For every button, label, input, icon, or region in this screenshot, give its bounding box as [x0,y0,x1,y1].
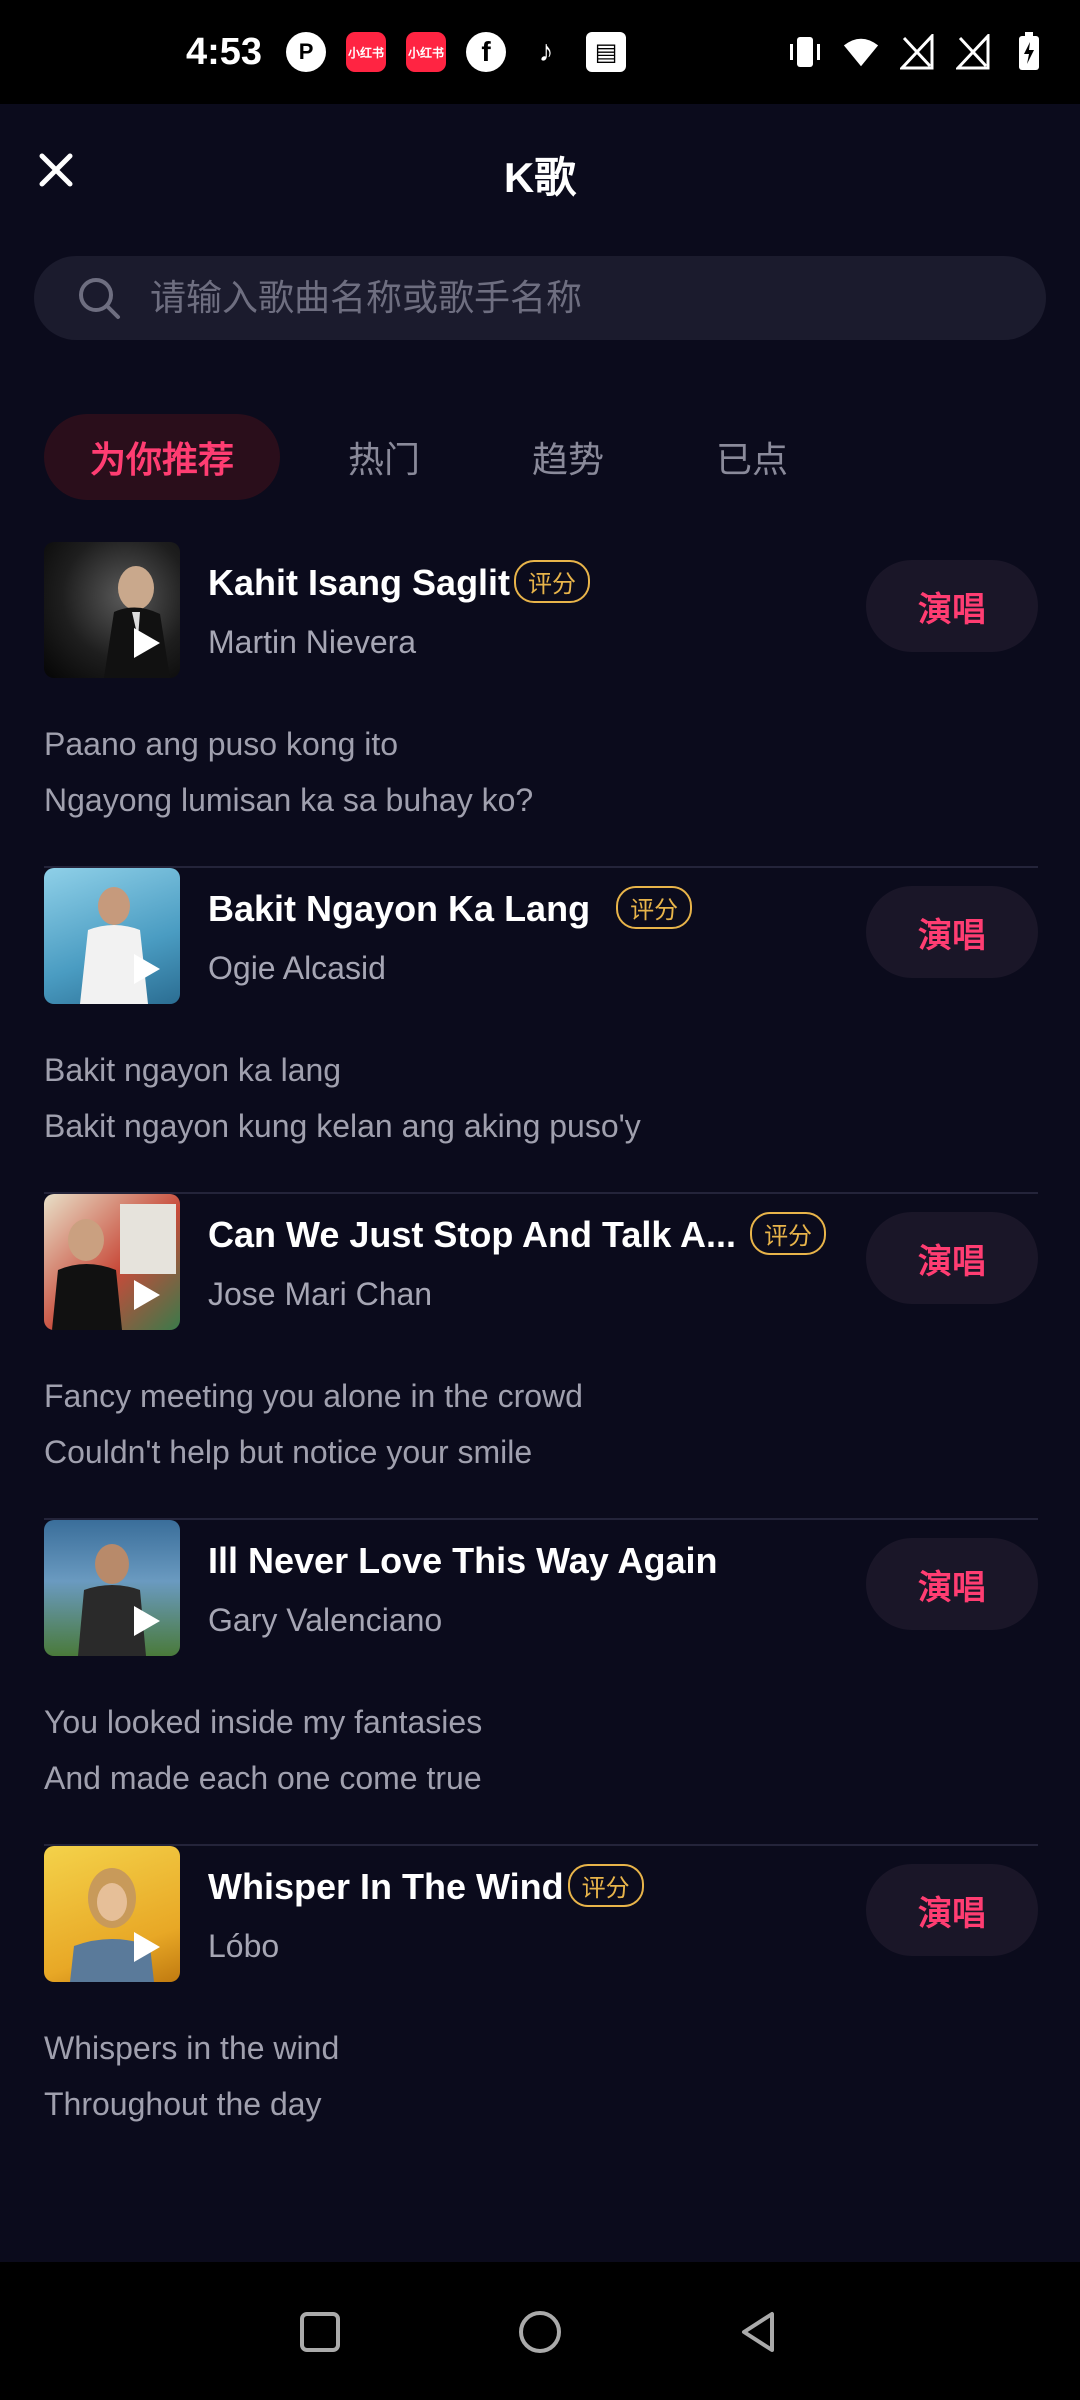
tab-requested[interactable]: 已点 [716,414,788,500]
status-time: 4:53 [186,30,263,73]
signal-icon [898,32,936,72]
album-cover[interactable] [44,1520,180,1656]
search-icon [79,278,120,319]
song-title-text: Ill Never Love This Way Again [208,1540,718,1581]
signal-icon [954,32,992,72]
lyric-line: Bakit ngayon kung kelan ang aking puso'y [44,1108,641,1144]
status-system-icons [786,32,1048,72]
back-icon[interactable] [730,2302,790,2362]
song-title: Kahit Isang Saglit 评分 [208,559,591,607]
header: K歌 [0,104,1080,236]
play-icon [134,628,160,658]
status-notification-icons: P 小红书 小红书 f ♪ ▤ [286,32,627,72]
song-title-text: Kahit Isang Saglit [208,562,511,603]
xiaohongshu-icon: 小红书 [406,32,447,72]
tab-bar: 为你推荐 热门 趋势 已点 [44,414,788,500]
sing-button[interactable]: 演唱 [866,560,1038,652]
score-badge: 评分 [750,1211,827,1255]
score-badge: 评分 [567,1863,644,1907]
song-list-item[interactable]: Bakit Ngayon Ka Lang 评分 Ogie Alcasid 演唱 … [44,868,1038,1194]
p-app-icon: P [286,32,327,72]
album-cover[interactable] [44,1194,180,1330]
lyric-line: Bakit ngayon ka lang [44,1052,342,1088]
tab-hot[interactable]: 热门 [348,414,420,500]
song-title-text: Can We Just Stop And Talk A... [208,1214,737,1255]
facebook-icon: f [466,32,507,72]
sing-button[interactable]: 演唱 [866,1864,1038,1956]
score-badge: 评分 [616,885,693,929]
song-title: Bakit Ngayon Ka Lang 评分 [208,885,693,933]
song-artist: Martin Nievera [208,624,417,660]
song-list-item[interactable]: Whisper In The Wind 评分 Lóbo 演唱 Whispers i… [44,1846,1038,2146]
lyric-line: Whispers in the wind [44,2030,340,2066]
search-input[interactable] [150,277,970,319]
lyric-line: And made each one come true [44,1760,482,1796]
home-icon[interactable] [510,2302,570,2362]
album-cover[interactable] [44,1846,180,1982]
song-list-item[interactable]: Ill Never Love This Way Again Gary Valen… [44,1520,1038,1846]
play-icon [134,1932,160,1962]
sing-button[interactable]: 演唱 [866,886,1038,978]
play-icon [134,1280,160,1310]
tiktok-icon: ♪ [538,35,554,68]
lyric-line: Fancy meeting you alone in the crowd [44,1378,583,1414]
song-artist: Ogie Alcasid [208,950,386,986]
app-box-icon: ▤ [586,32,627,72]
album-cover[interactable] [44,542,180,678]
song-title-text: Bakit Ngayon Ka Lang [208,888,591,929]
status-bar: 4:53 P 小红书 小红书 f ♪ ▤ [0,0,1080,104]
song-list-item[interactable]: Can We Just Stop And Talk A... 评分 Jose M… [44,1194,1038,1520]
song-title: Can We Just Stop And Talk A... 评分 [208,1211,827,1259]
wifi-icon [842,32,880,72]
play-icon [134,954,160,984]
album-cover[interactable] [44,868,180,1004]
xiaohongshu-icon: 小红书 [346,32,387,72]
song-title: Ill Never Love This Way Again [208,1540,717,1582]
lyric-line: You looked inside my fantasies [44,1704,483,1740]
lyric-line: Ngayong lumisan ka sa buhay ko? [44,782,534,818]
lyric-line: Couldn't help but notice your smile [44,1434,533,1470]
score-badge: 评分 [514,559,591,603]
page-title: K歌 [503,154,577,201]
tab-trending[interactable]: 趋势 [532,414,604,500]
battery-charging-icon [1010,32,1048,72]
lyric-line: Throughout the day [44,2086,322,2122]
recent-apps-icon[interactable] [290,2302,350,2362]
sing-button[interactable]: 演唱 [866,1538,1038,1630]
song-title-text: Whisper In The Wind [208,1866,564,1907]
song-artist: Jose Mari Chan [208,1276,433,1312]
lyric-line: Paano ang puso kong ito [44,726,399,762]
song-artist: Gary Valenciano [208,1602,443,1638]
song-artist: Lóbo [208,1928,280,1964]
tab-recommended[interactable]: 为你推荐 [44,414,281,500]
system-navigation-bar [0,2262,1080,2400]
play-icon [134,1606,160,1636]
song-title: Whisper In The Wind 评分 [208,1863,644,1911]
search-bar[interactable] [34,256,1046,340]
sing-button[interactable]: 演唱 [866,1212,1038,1304]
vibrate-icon [786,32,824,72]
song-list-item[interactable]: Kahit Isang Saglit 评分 Martin Nievera 演唱 P… [44,542,1038,868]
